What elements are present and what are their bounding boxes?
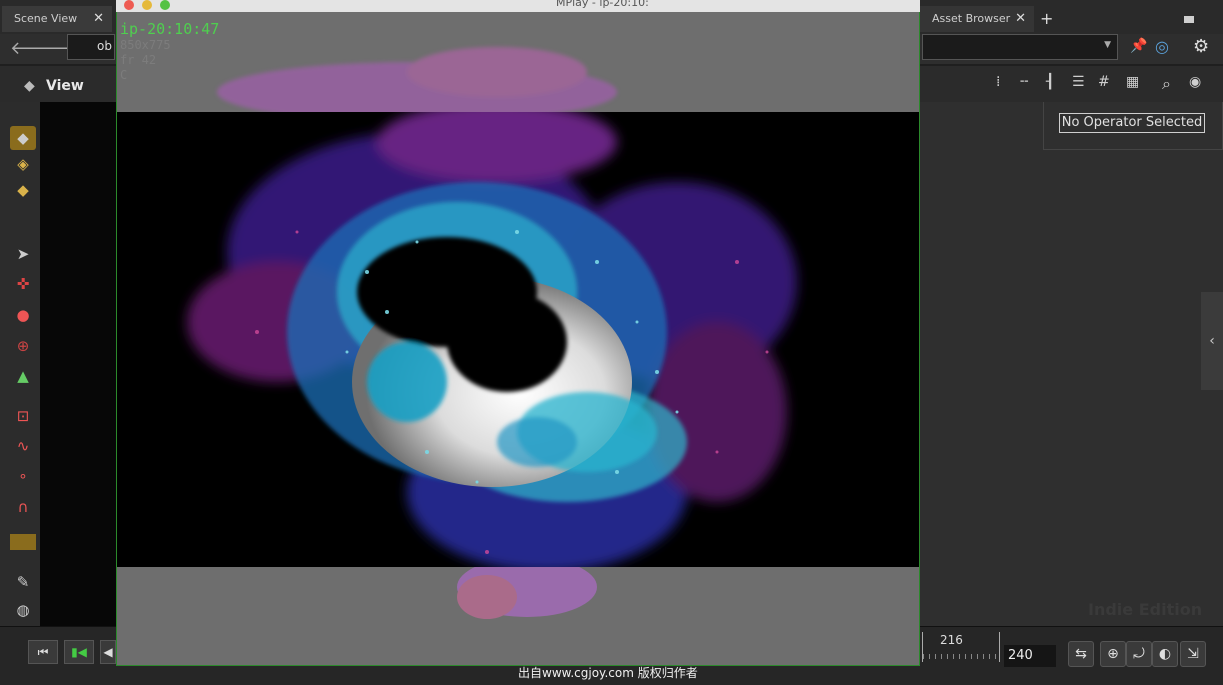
particle-spill-bottom [457,567,597,619]
select-dynamics-icon[interactable]: ◆ [10,178,36,202]
select-object-icon[interactable]: ◆ [10,126,36,150]
frame-marker: 216 [940,633,963,647]
eye-icon[interactable]: ◉ [1189,74,1201,90]
particle-render [187,112,797,567]
grid-icon[interactable]: # [1098,74,1110,90]
mplay-title-bar[interactable]: MPlay - ip-20:10: [116,0,920,12]
close-window-icon[interactable] [124,0,134,10]
target-icon[interactable]: ◎ [1155,37,1169,56]
path-selector[interactable]: ▼ [922,34,1118,60]
list-icon[interactable]: ☰ [1072,74,1085,90]
end-frame-field[interactable]: 240 [1004,645,1056,667]
loop-icon[interactable]: ⤾ [1126,641,1152,667]
hud-resolution: 850x775 [120,38,171,52]
hud-host: ip-20:10:47 [120,20,220,38]
no-operator-message: No Operator Selected [1059,113,1205,133]
pin-icon[interactable]: 📌 [1130,38,1147,54]
render-icon[interactable]: ✎ [10,570,36,594]
pane-menu-icon[interactable] [1184,16,1194,23]
chevron-left-icon[interactable]: ‹ [1201,292,1223,390]
magnet-icon[interactable]: ∩ [10,495,36,519]
pointer-icon[interactable]: ➤ [10,242,36,266]
minimize-window-icon[interactable] [142,0,152,10]
rotate-icon[interactable]: ● [10,303,36,327]
view-label: View [46,78,84,94]
camera-icon[interactable]: ◍ [10,598,36,622]
hud-channel: C [120,68,128,82]
scale-icon[interactable]: ⊕ [10,334,36,358]
search-icon[interactable]: ⌕ [1162,74,1171,94]
chevron-down-icon: ▼ [1104,40,1111,50]
export-icon[interactable]: ⇲ [1180,641,1206,667]
mplay-title: MPlay - ip-20:10: [556,0,649,9]
select-geometry-icon[interactable]: ◈ [10,152,36,176]
tab-label: Asset Browser [932,12,1011,25]
zoom-window-icon[interactable] [160,0,170,10]
audio-icon[interactable]: ⇆ [1068,641,1094,667]
close-icon[interactable]: ✕ [1015,6,1026,32]
network-path-text: ob [97,39,112,53]
brush-icon[interactable]: ∿ [10,434,36,458]
guide-icon[interactable]: ╌ [1020,74,1028,90]
flipbook-image [117,112,919,567]
tab-asset-browser[interactable]: Asset Browser ✕ [920,6,1034,32]
grid-alt-icon[interactable]: ▦ [1126,74,1139,90]
parameter-pane [920,102,1223,626]
keyframe-icon[interactable]: ⊕ [1100,641,1126,667]
view-tool-icon[interactable] [10,534,36,550]
new-tab-icon[interactable]: + [1040,6,1053,32]
view-menu-icon[interactable]: ◆ [24,78,35,94]
gear-icon[interactable]: ⚙ [1193,36,1209,57]
play-reverse-button[interactable]: ◀ [100,640,116,664]
edition-watermark: Indie Edition [1088,600,1203,619]
snap-icon[interactable]: ⁞ [996,74,1000,90]
copyright-caption: 出自www.cgjoy.com 版权归作者 [518,666,698,680]
pose-icon[interactable]: ▲ [10,364,36,388]
align-icon[interactable]: ┨ [1046,74,1054,90]
realtime-icon[interactable]: ◐ [1152,641,1178,667]
transform-icon[interactable]: ✜ [10,272,36,296]
jump-start-button[interactable]: ⏮ [28,640,58,664]
paint-icon[interactable]: ∘ [10,464,36,488]
close-icon[interactable]: ✕ [93,6,104,32]
tab-scene-view[interactable]: Scene View ✕ [2,6,112,32]
tab-label: Scene View [14,12,78,25]
step-back-button[interactable]: ▮◀ [64,640,94,664]
handle-icon[interactable]: ⊡ [10,404,36,428]
particle-spill-top [217,47,617,112]
hud-frame: fr 42 [120,53,157,67]
